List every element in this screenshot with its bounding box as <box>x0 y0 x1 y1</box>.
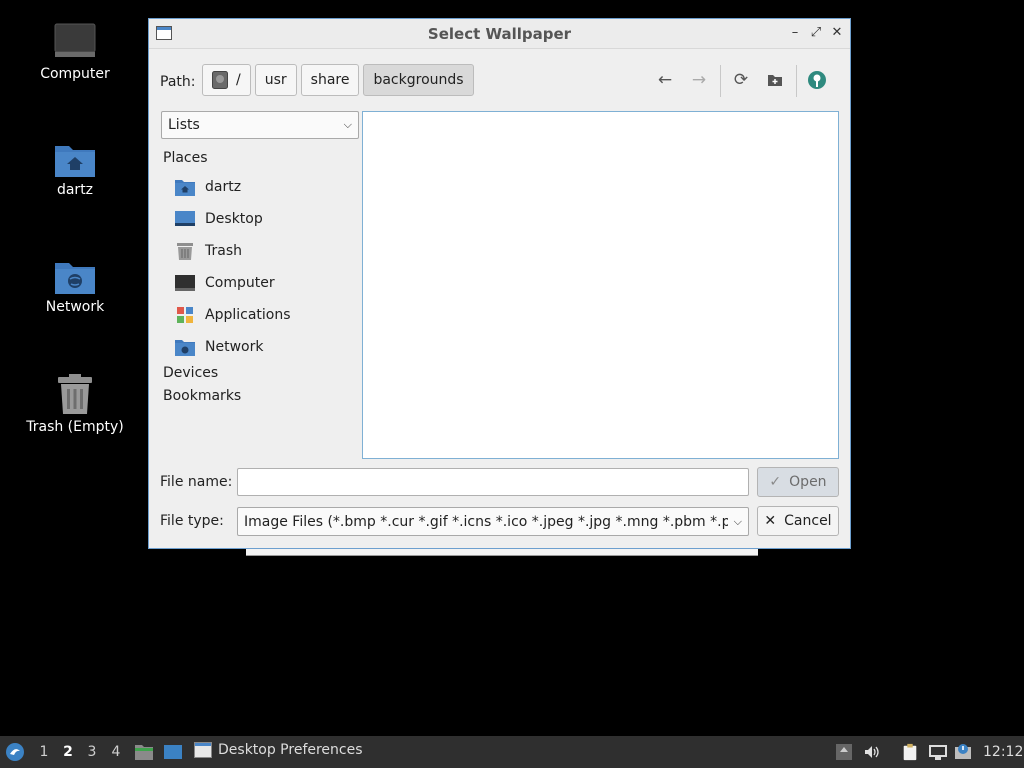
arrow-right-icon: → <box>691 70 707 90</box>
notification-icon[interactable] <box>954 743 972 761</box>
background-window-edge <box>246 549 758 556</box>
drive-icon <box>212 71 228 89</box>
sidebar-item-network[interactable]: Network <box>175 335 263 359</box>
select-wallpaper-dialog: Select Wallpaper – ⤢ ✕ Path: / usr share… <box>148 18 851 549</box>
chevron-down-icon: ⌵ <box>343 118 352 131</box>
maximize-button[interactable]: ⤢ <box>808 24 824 42</box>
open-button[interactable]: ✓ Open <box>757 467 839 497</box>
close-icon: ✕ <box>764 513 777 529</box>
dialog-titlebar[interactable]: Select Wallpaper – ⤢ ✕ <box>149 19 850 49</box>
path-segment-label: backgrounds <box>373 72 464 88</box>
new-folder-button[interactable] <box>764 69 786 91</box>
path-segment-label: usr <box>264 72 287 88</box>
path-segment-label: share <box>310 72 350 88</box>
view-mode-value: Lists <box>168 117 200 133</box>
forward-button[interactable]: → <box>688 69 710 91</box>
sidebar-item-computer[interactable]: Computer <box>175 271 275 295</box>
sidebar-item-label: Desktop <box>205 211 263 227</box>
chevron-down-icon: ⌵ <box>733 514 742 528</box>
desktop-icon-label: Network <box>45 299 105 315</box>
sidebar-item-label: Network <box>205 339 264 355</box>
path-segment-backgrounds[interactable]: backgrounds <box>363 64 474 96</box>
home-folder-icon <box>55 146 95 177</box>
open-button-label: Open <box>789 474 827 490</box>
applications-icon <box>177 307 193 323</box>
sidebar-item-label: Computer <box>205 275 275 291</box>
clock[interactable]: 12:12 <box>983 744 1023 760</box>
file-name-input[interactable] <box>237 468 749 496</box>
desktop-icon-dartz[interactable]: dartz <box>10 140 140 198</box>
file-name-label: File name: <box>160 474 233 490</box>
devices-heading[interactable]: Devices <box>163 365 218 381</box>
trash-icon <box>177 243 193 260</box>
monitor-icon <box>54 23 96 57</box>
network-folder-icon <box>175 340 195 356</box>
reload-icon: ⟳ <box>733 70 749 90</box>
trash-icon <box>58 374 92 414</box>
sidebar-item-dartz[interactable]: dartz <box>175 175 241 199</box>
minimize-button[interactable]: – <box>787 24 803 42</box>
workspace-1[interactable]: 1 <box>35 744 53 760</box>
show-desktop-icon[interactable] <box>163 743 183 761</box>
desktop-icon <box>175 211 195 226</box>
desktop-icon-network[interactable]: Network <box>10 257 140 315</box>
file-type-value: Image Files (*.bmp *.cur *.gif *.icns *.… <box>244 513 728 530</box>
path-segment-label: / <box>236 72 241 88</box>
file-manager-icon[interactable] <box>134 743 154 761</box>
toolbar-separator <box>720 65 721 97</box>
taskbar-window-button[interactable]: Desktop Preferences <box>194 742 363 758</box>
path-label: Path: <box>160 74 196 90</box>
toolbar-separator <box>796 65 797 97</box>
reload-button[interactable]: ⟳ <box>730 69 752 91</box>
window-app-icon <box>194 742 212 758</box>
location-pin-icon <box>808 71 826 89</box>
taskbar-window-title: Desktop Preferences <box>218 742 363 758</box>
back-button[interactable]: ← <box>654 69 676 91</box>
file-type-label: File type: <box>160 513 224 529</box>
monitor-icon <box>175 275 195 291</box>
path-segment-root[interactable]: / <box>202 64 251 96</box>
desktop-icon-label: Computer <box>40 66 110 82</box>
arrow-left-icon: ← <box>657 70 673 90</box>
sidebar-item-label: Applications <box>205 307 291 323</box>
workspace-2[interactable]: 2 <box>59 744 77 760</box>
path-segment-usr[interactable]: usr <box>254 64 297 96</box>
desktop-icon-computer[interactable]: Computer <box>10 22 140 82</box>
places-heading[interactable]: Places <box>163 150 208 166</box>
sidebar-item-label: Trash <box>205 243 242 259</box>
workspace-4[interactable]: 4 <box>107 744 125 760</box>
home-folder-icon <box>175 180 195 196</box>
network-folder-icon <box>55 263 95 294</box>
desktop-icon-label: Trash (Empty) <box>26 419 124 435</box>
file-list-view[interactable] <box>362 111 839 459</box>
workspace-3[interactable]: 3 <box>83 744 101 760</box>
taskbar: 1 2 3 4 Desktop Preferences 12:12 <box>0 736 1024 768</box>
location-button[interactable] <box>806 69 828 91</box>
volume-icon[interactable] <box>863 743 881 761</box>
checkmark-icon: ✓ <box>769 474 782 490</box>
sidebar-item-applications[interactable]: Applications <box>175 303 291 327</box>
sidebar-item-desktop[interactable]: Desktop <box>175 207 263 231</box>
close-button[interactable]: ✕ <box>829 24 845 42</box>
sidebar-item-label: dartz <box>205 179 242 195</box>
upload-icon[interactable] <box>835 743 853 761</box>
start-menu-icon[interactable] <box>5 742 25 762</box>
cancel-button[interactable]: ✕ Cancel <box>757 506 839 536</box>
desktop-icon-trash[interactable]: Trash (Empty) <box>10 373 140 435</box>
cancel-button-label: Cancel <box>784 513 832 529</box>
dialog-title: Select Wallpaper <box>427 25 572 43</box>
clipboard-icon[interactable] <box>900 743 920 761</box>
new-folder-icon <box>768 75 782 86</box>
view-mode-select[interactable]: Lists ⌵ <box>161 111 359 139</box>
path-bar: / usr share backgrounds <box>202 64 474 96</box>
file-type-select[interactable]: Image Files (*.bmp *.cur *.gif *.icns *.… <box>237 507 749 536</box>
bookmarks-heading[interactable]: Bookmarks <box>163 388 241 404</box>
desktop-icon-label: dartz <box>56 182 94 198</box>
sidebar-item-trash[interactable]: Trash <box>175 239 242 263</box>
path-segment-share[interactable]: share <box>300 64 360 96</box>
network-status-icon[interactable] <box>928 743 948 761</box>
